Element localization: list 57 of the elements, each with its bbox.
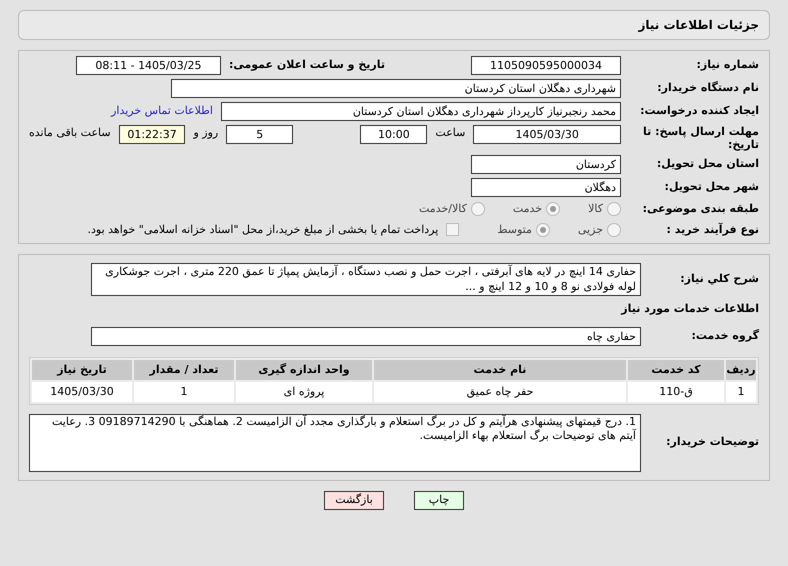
table-cell: پروژه ای bbox=[236, 382, 372, 402]
field-label: شماره نیاز: bbox=[696, 57, 759, 74]
text-field[interactable]: کردستان bbox=[471, 155, 621, 174]
field-label: طبقه بندی موضوعی: bbox=[642, 201, 759, 217]
table-cell: حفر چاه عمیق bbox=[374, 382, 626, 402]
radio-button[interactable] bbox=[546, 202, 560, 216]
field-label: شهر محل تحویل: bbox=[664, 179, 759, 196]
field-label: نام دستگاه خریدار: bbox=[656, 80, 759, 96]
text-field[interactable]: محمد رنجبرنیاز کارپرداز شهرداری دهگلان استان کردستان bbox=[221, 102, 621, 121]
column-header: کد خدمت bbox=[628, 360, 724, 380]
field-label: ایجاد کننده درخواست: bbox=[639, 103, 759, 120]
field-label: نوع فرآیند خرید : bbox=[666, 222, 759, 238]
description-field[interactable]: حفاری 14 اینچ در لایه های آبرفتی ، اجرت حمل و نصب دستگاه ، آزمایش پمپاژ تا عمق 220 متری ، اجرت جوشکاری لوله فولادی نو 8 و 10 و 12 اینچ و ... bbox=[91, 263, 641, 296]
radio-button[interactable] bbox=[536, 222, 550, 237]
text-field[interactable]: 1405/03/25 - 08:11 bbox=[76, 56, 221, 75]
column-header: تعداد / مقدار bbox=[134, 360, 234, 380]
text-field[interactable]: 10:00 bbox=[360, 125, 428, 144]
radio-label: خدمت bbox=[512, 201, 542, 217]
radio-label: کالا bbox=[588, 201, 603, 217]
buyer-contact-link[interactable]: اطلاعات تماس خریدار bbox=[111, 103, 213, 120]
column-header: تاریخ نیاز bbox=[32, 360, 132, 380]
radio-button[interactable] bbox=[470, 202, 485, 216]
checkbox[interactable] bbox=[446, 223, 460, 236]
text-field[interactable]: دهگلان bbox=[471, 178, 621, 197]
notes-field[interactable]: 1. درج قیمتهای پیشنهادی هرآیتم و کل در برگ استعلام و بارگذاری مجدد آن الزامیست 2. هماهنگی با 09189714290 3. رعایت آیتم های توضیحات برگ استعلام بهاء الزامیست. bbox=[29, 414, 641, 472]
text-field[interactable]: حفاری چاه bbox=[91, 326, 641, 346]
radio-button[interactable] bbox=[607, 202, 621, 216]
header-title: جزئیات اطلاعات نیاز bbox=[638, 17, 759, 34]
days-label: روز و bbox=[193, 125, 218, 141]
remaining-label: ساعت باقی مانده bbox=[28, 125, 111, 141]
column-header: واحد اندازه گیری bbox=[236, 360, 372, 380]
time-label: ساعت bbox=[435, 125, 466, 141]
radio-label: کالا/خدمت bbox=[419, 201, 467, 217]
field-label: شرح کلي نياز: bbox=[679, 271, 759, 288]
checkbox-label: پرداخت تمام یا بخشی از مبلغ خرید،از محل "اسناد خزانه اسلامی" خواهد بود. bbox=[88, 222, 438, 238]
text-field[interactable]: 5 bbox=[226, 125, 294, 144]
remaining-time: 01:22:37 bbox=[118, 125, 186, 144]
text-field[interactable]: 1405/03/30 bbox=[473, 125, 621, 144]
column-header: نام خدمت bbox=[374, 360, 626, 380]
radio-label: جزیی bbox=[578, 222, 603, 238]
section-title: اطلاعات خدمات مورد نیاز bbox=[620, 301, 759, 317]
field-label: گروه خدمت: bbox=[690, 328, 759, 344]
field-label: مهلت ارسال پاسخ: تا تاریخ: bbox=[642, 125, 759, 151]
back-button[interactable]: بازگشت bbox=[324, 490, 384, 510]
text-field[interactable]: 1105090595000034 bbox=[471, 56, 621, 75]
table-cell: ق-110 bbox=[628, 382, 724, 402]
radio-label: متوسط bbox=[497, 222, 532, 238]
table-cell: 1 bbox=[726, 382, 756, 402]
column-header: ردیف bbox=[726, 360, 756, 380]
field-label: توضیحات خریدار: bbox=[665, 434, 759, 450]
field-label: تاریخ و ساعت اعلان عمومی: bbox=[228, 57, 385, 74]
text-field[interactable]: شهرداری دهگلان استان کردستان bbox=[171, 79, 621, 98]
radio-button[interactable] bbox=[607, 222, 621, 237]
table-cell: 1 bbox=[134, 382, 234, 402]
print-button[interactable]: چاپ bbox=[414, 490, 464, 510]
table-cell: 1405/03/30 bbox=[32, 382, 132, 402]
field-label: استان محل تحویل: bbox=[656, 156, 759, 172]
